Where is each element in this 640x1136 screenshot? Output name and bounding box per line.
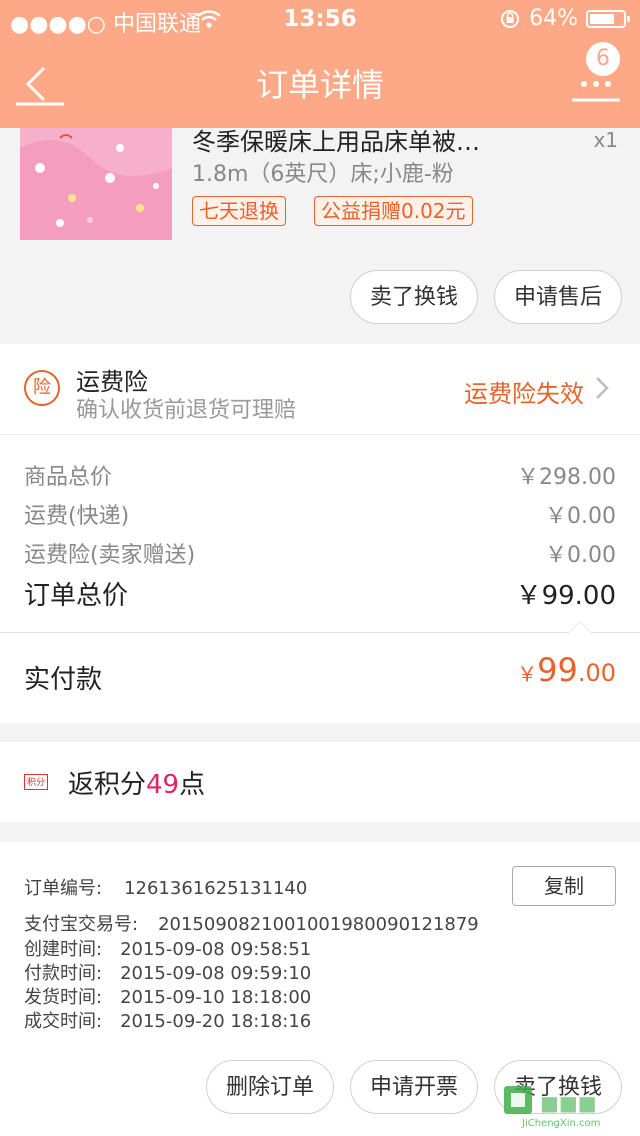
sell-for-cash-button[interactable]: 卖了换钱	[350, 270, 478, 324]
currency-symbol: ￥	[517, 662, 538, 686]
points-suffix: 点	[179, 770, 206, 800]
status-right: 64%	[491, 6, 630, 31]
paid-time: 2015-09-08 09:59:10	[120, 963, 312, 984]
battery-percent: 64%	[529, 6, 578, 31]
watermark-logo: ■■■ JiChengXin.com	[504, 1086, 600, 1129]
after-sales-button[interactable]: 申请售后	[494, 270, 622, 324]
bedding-image	[20, 128, 172, 240]
insurance-icon: 险	[24, 370, 60, 406]
price-label: 运费(快递)	[24, 504, 130, 529]
order-total-value: ￥99.00	[515, 581, 616, 611]
price-label: 运费险(卖家赠送)	[24, 543, 196, 568]
battery-icon	[586, 9, 630, 28]
copy-order-number-button[interactable]: 复制	[512, 866, 616, 906]
actual-payment-row: 实付款 ￥99.00	[0, 621, 640, 723]
amount-decimal: .00	[577, 659, 616, 687]
completed-time: 2015-09-20 18:18:16	[120, 1011, 312, 1032]
price-row-goods: 商品总价 ￥298.00	[24, 459, 616, 491]
points-icon: 积分	[24, 774, 48, 790]
order-info: 订单编号: 1261361625131140 复制 支付宝交易号: 20150908…	[0, 842, 640, 1037]
price-value: ￥298.00	[517, 465, 616, 490]
order-number-row: 订单编号: 1261361625131140	[24, 874, 307, 900]
price-value: ￥0.00	[545, 543, 616, 568]
shipped-time: 2015-09-10 18:18:00	[120, 987, 312, 1008]
price-row-total: 订单总价 ￥99.00	[24, 575, 616, 612]
notch-indicator	[568, 621, 592, 633]
info-key: 创建时间:	[24, 939, 103, 960]
charity-donation-tag: 公益捐赠0.02元	[314, 196, 473, 226]
wifi-icon	[197, 10, 221, 28]
amount-integer: 99	[537, 651, 578, 689]
alipay-trade-number: 2015090821001001980090121879	[158, 914, 479, 935]
price-breakdown: 商品总价 ￥298.00 运费(快递) ￥0.00 运费险(卖家赠送) ￥0.0…	[0, 434, 640, 633]
paid-time-row: 付款时间: 2015-09-08 09:59:10	[24, 959, 311, 985]
reward-points-text: 返积分49点	[68, 764, 205, 801]
product-item[interactable]: 冬季保暖床上用品床单被… x1 1.8m（6英尺）床;小鹿-粉 七天退换 公益捐…	[0, 128, 640, 340]
order-total-label: 订单总价	[24, 581, 129, 611]
shipped-time-row: 发货时间: 2015-09-10 18:18:00	[24, 983, 311, 1009]
info-key: 付款时间:	[24, 963, 103, 984]
order-number: 1261361625131140	[124, 878, 308, 899]
seven-day-return-tag: 七天退换	[192, 196, 286, 226]
created-time: 2015-09-08 09:58:51	[120, 939, 312, 960]
points-prefix: 返积分	[68, 770, 147, 800]
alipay-trade-row: 支付宝交易号: 2015090821001001980090121879	[24, 910, 479, 936]
product-quantity: x1	[593, 128, 618, 152]
rotation-lock-icon	[501, 9, 520, 28]
delete-order-button[interactable]: 删除订单	[206, 1060, 334, 1114]
info-key: 支付宝交易号:	[24, 914, 139, 935]
status-bar: ●●●●○ 中国联通 13:56 64%	[0, 0, 640, 40]
insurance-subtitle: 确认收货前退货可理赔	[76, 398, 297, 423]
insurance-status: 运费险失效	[464, 380, 584, 408]
points-number: 49	[146, 770, 180, 800]
shipping-insurance-row[interactable]: 险 运费险 确认收货前退货可理赔 运费险失效	[0, 344, 640, 434]
reward-points-row: 积分 返积分49点	[0, 742, 640, 822]
price-label: 商品总价	[24, 465, 113, 490]
price-row-insurance: 运费险(卖家赠送) ￥0.00	[24, 537, 616, 569]
price-row-shipping: 运费(快递) ￥0.00	[24, 498, 616, 530]
product-thumbnail[interactable]	[20, 128, 172, 240]
price-value: ￥0.00	[545, 504, 616, 529]
actual-payment-amount: ￥99.00	[517, 651, 616, 689]
created-time-row: 创建时间: 2015-09-08 09:58:51	[24, 935, 311, 961]
completed-time-row: 成交时间: 2015-09-20 18:18:16	[24, 1007, 311, 1033]
watermark-text: JiChengXin.com	[521, 1118, 600, 1129]
footer-actions: 删除订单 申请开票 卖了换钱 ■■■ JiChengXin.com	[0, 1036, 640, 1136]
header: ●●●●○ 中国联通 13:56 64% 订单详情 6	[0, 0, 640, 128]
request-invoice-button[interactable]: 申请开票	[350, 1060, 478, 1114]
info-key: 成交时间:	[24, 1011, 103, 1032]
page-title: 订单详情	[255, 66, 384, 104]
info-key: 订单编号:	[24, 878, 103, 899]
product-spec: 1.8m（6英尺）床;小鹿-粉	[192, 162, 454, 187]
actual-payment-label: 实付款	[24, 665, 103, 695]
message-count-badge: 6	[586, 42, 620, 76]
svg-text:■■■: ■■■	[540, 1091, 597, 1115]
chevron-right-icon	[596, 377, 609, 399]
info-key: 发货时间:	[24, 987, 103, 1008]
